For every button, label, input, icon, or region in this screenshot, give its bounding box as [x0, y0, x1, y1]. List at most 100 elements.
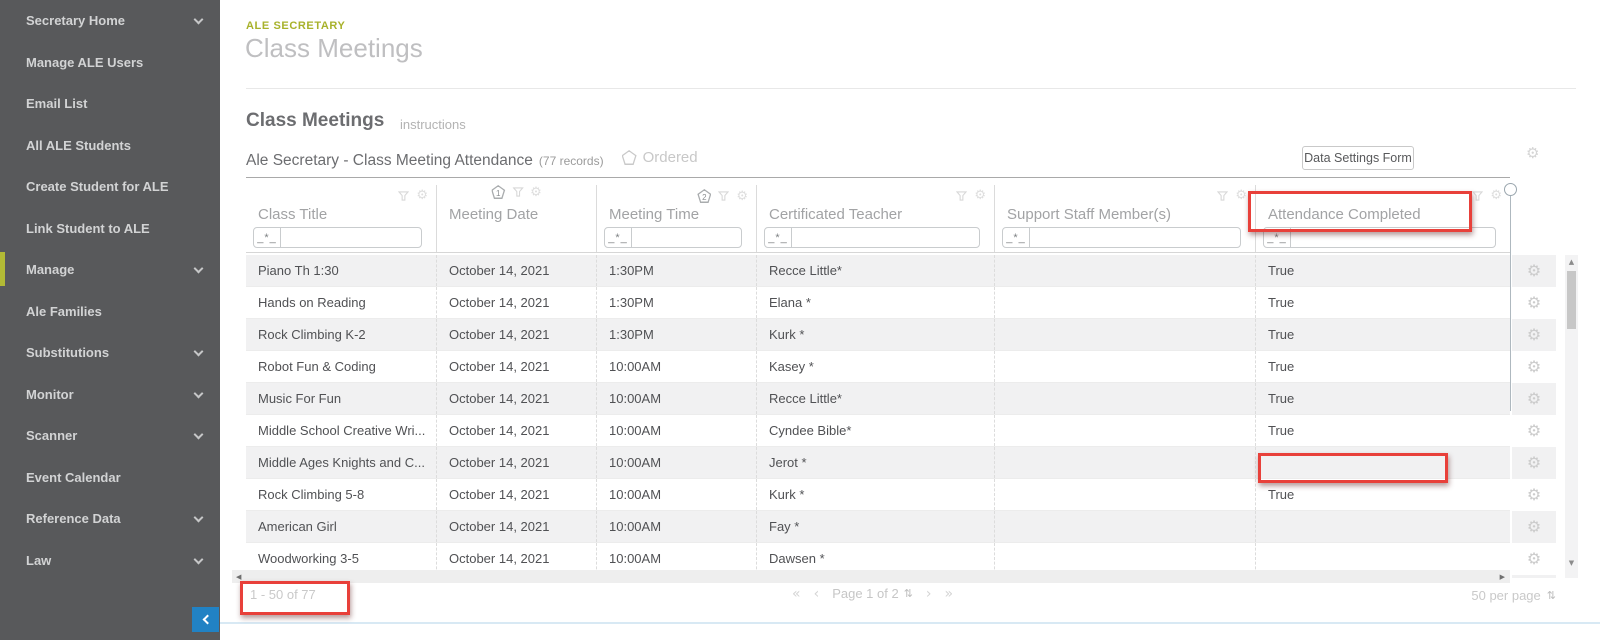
column-gear-icon[interactable]: ⚙	[736, 190, 748, 203]
column-label[interactable]: Certificated Teacher	[769, 206, 902, 223]
last-page-button[interactable]: »	[945, 587, 954, 601]
sidebar-item-event-calendar[interactable]: Event Calendar	[0, 457, 220, 499]
table-row[interactable]: Woodworking 3-5 October 14, 2021 10:00AM…	[246, 543, 1510, 570]
table-row[interactable]: Rock Climbing K-2 October 14, 2021 1:30P…	[246, 319, 1510, 351]
table-row[interactable]: Middle School Creative Wri... October 14…	[246, 415, 1510, 447]
sidebar-item-manage-ale-users[interactable]: Manage ALE Users	[0, 42, 220, 84]
sidebar-item-label: Monitor	[26, 386, 74, 402]
cell-meeting-date: October 14, 2021	[437, 511, 597, 542]
grid-settings-gear-icon[interactable]: ⚙	[1526, 145, 1539, 163]
row-gear-icon[interactable]: ⚙	[1527, 487, 1541, 503]
sort-order-badge[interactable]: 1	[491, 185, 506, 199]
filter-box: _*_	[604, 227, 742, 248]
sidebar-item-all-ale-students[interactable]: All ALE Students	[0, 125, 220, 167]
filter-icon[interactable]	[1217, 190, 1229, 201]
certificated-teacher-filter-input[interactable]	[792, 228, 979, 247]
column-header-meeting-time: 2 ⚙ Meeting Time _*_	[597, 185, 757, 252]
column-gear-icon[interactable]: ⚙	[1235, 189, 1247, 202]
class-title-filter-input[interactable]	[281, 228, 421, 247]
filter-mode-prefix[interactable]: _*_	[254, 228, 281, 247]
sidebar-item-monitor[interactable]: Monitor	[0, 374, 220, 416]
sidebar-item-substitutions[interactable]: Substitutions	[0, 332, 220, 374]
sidebar-item-law[interactable]: Law	[0, 540, 220, 582]
vertical-scrollbar[interactable]: ▲ ▼	[1565, 255, 1578, 578]
filter-icon[interactable]	[956, 190, 968, 201]
cell-meeting-date: October 14, 2021	[437, 287, 597, 318]
sidebar-item-label: All ALE Students	[26, 137, 131, 153]
per-page-selector[interactable]: 50 per page ⇅	[1471, 588, 1556, 603]
page-selector[interactable]: Page 1 of 2 ⇅	[832, 586, 913, 601]
table-row[interactable]: Hands on Reading October 14, 2021 1:30PM…	[246, 287, 1510, 319]
row-gear-icon[interactable]: ⚙	[1527, 455, 1541, 471]
data-settings-form-button[interactable]: Data Settings Form	[1302, 146, 1414, 170]
sidebar-item-reference-data[interactable]: Reference Data	[0, 498, 220, 540]
prev-page-button[interactable]: ‹	[814, 587, 820, 601]
table-row[interactable]: Rock Climbing 5-8 October 14, 2021 10:00…	[246, 479, 1510, 511]
filter-mode-prefix[interactable]: _*_	[1264, 228, 1291, 247]
column-label[interactable]: Class Title	[258, 206, 327, 223]
row-gear-icon[interactable]: ⚙	[1527, 359, 1541, 375]
column-gear-icon[interactable]: ⚙	[416, 189, 428, 202]
filter-icon[interactable]	[512, 187, 524, 197]
first-page-button[interactable]: «	[792, 587, 801, 601]
column-label[interactable]: Meeting Time	[609, 206, 699, 223]
column-gear-icon[interactable]: ⚙	[530, 186, 542, 199]
filter-icon[interactable]	[398, 190, 410, 201]
filter-icon[interactable]	[1472, 190, 1484, 201]
row-gear-icon[interactable]: ⚙	[1527, 551, 1541, 567]
support-staff-filter-input[interactable]	[1030, 228, 1240, 247]
sidebar-item-manage[interactable]: Manage	[0, 249, 220, 291]
instructions-link[interactable]: instructions	[400, 117, 466, 132]
scroll-left-icon[interactable]: ◀	[236, 573, 241, 581]
cell-attendance: True	[1268, 263, 1295, 278]
scroll-right-icon[interactable]: ▶	[1500, 573, 1505, 581]
sidebar-item-label: Law	[26, 552, 52, 568]
attendance-completed-filter-input[interactable]	[1291, 228, 1495, 247]
table-row[interactable]: Robot Fun & Coding October 14, 2021 10:0…	[246, 351, 1510, 383]
sort-order-badge[interactable]: 2	[697, 189, 712, 203]
column-label[interactable]: Support Staff Member(s)	[1007, 206, 1171, 223]
column-resize-handle[interactable]	[1504, 183, 1517, 196]
cell-attendance: True	[1268, 487, 1295, 502]
row-gear-icon[interactable]: ⚙	[1527, 423, 1541, 439]
row-gear-icon[interactable]: ⚙	[1527, 263, 1541, 279]
sidebar-item-link-student[interactable]: Link Student to ALE	[0, 208, 220, 250]
column-gear-icon[interactable]: ⚙	[1490, 189, 1502, 202]
horizontal-scrollbar[interactable]: ◀ ▶	[232, 570, 1510, 583]
filter-icon[interactable]	[718, 191, 730, 201]
cell-teacher: Recce Little*	[757, 255, 995, 286]
sidebar-item-create-student[interactable]: Create Student for ALE	[0, 166, 220, 208]
row-gear-icon[interactable]: ⚙	[1527, 295, 1541, 311]
cell-meeting-time: 10:00AM	[597, 447, 757, 478]
column-gear-icon[interactable]: ⚙	[974, 189, 986, 202]
scroll-up-icon[interactable]: ▲	[1565, 258, 1578, 266]
column-header-attendance-completed: ⚙ Attendance Completed _*_	[1256, 185, 1510, 252]
scroll-down-icon[interactable]: ▼	[1565, 559, 1578, 567]
table-row[interactable]: American Girl October 14, 2021 10:00AM F…	[246, 511, 1510, 543]
meeting-time-filter-input[interactable]	[632, 228, 741, 247]
row-gear-icon[interactable]: ⚙	[1527, 327, 1541, 343]
sidebar-item-ale-families[interactable]: Ale Families	[0, 291, 220, 333]
column-label[interactable]: Attendance Completed	[1268, 206, 1421, 223]
column-header-class-title: ⚙ Class Title _*_	[246, 185, 437, 252]
next-page-button[interactable]: ›	[926, 587, 932, 601]
sidebar-item-secretary-home[interactable]: Secretary Home	[0, 0, 220, 42]
row-gear-icon[interactable]: ⚙	[1527, 519, 1541, 535]
sidebar-item-scanner[interactable]: Scanner	[0, 415, 220, 457]
main-content: ALE SECRETARY Class Meetings Class Meeti…	[220, 0, 1600, 640]
sidebar-item-email-list[interactable]: Email List	[0, 83, 220, 125]
sidebar-collapse-button[interactable]	[192, 607, 219, 632]
table-row-highlighted-empty-attendance[interactable]: Middle Ages Knights and C... October 14,…	[246, 447, 1510, 479]
filter-mode-prefix[interactable]: _*_	[1003, 228, 1030, 247]
row-gear-icon[interactable]: ⚙	[1527, 391, 1541, 407]
filter-mode-prefix[interactable]: _*_	[765, 228, 792, 247]
column-label[interactable]: Meeting Date	[449, 206, 538, 223]
row-action: ⚙	[1512, 383, 1556, 415]
filter-mode-prefix[interactable]: _*_	[605, 228, 632, 247]
vertical-scrollbar-thumb[interactable]	[1567, 271, 1576, 329]
chevron-down-icon	[193, 14, 204, 25]
table-row[interactable]: Piano Th 1:30 October 14, 2021 1:30PM Re…	[246, 255, 1510, 287]
cell-meeting-time: 10:00AM	[597, 479, 757, 510]
cell-meeting-time: 1:30PM	[597, 319, 757, 350]
table-row[interactable]: Music For Fun October 14, 2021 10:00AM R…	[246, 383, 1510, 415]
